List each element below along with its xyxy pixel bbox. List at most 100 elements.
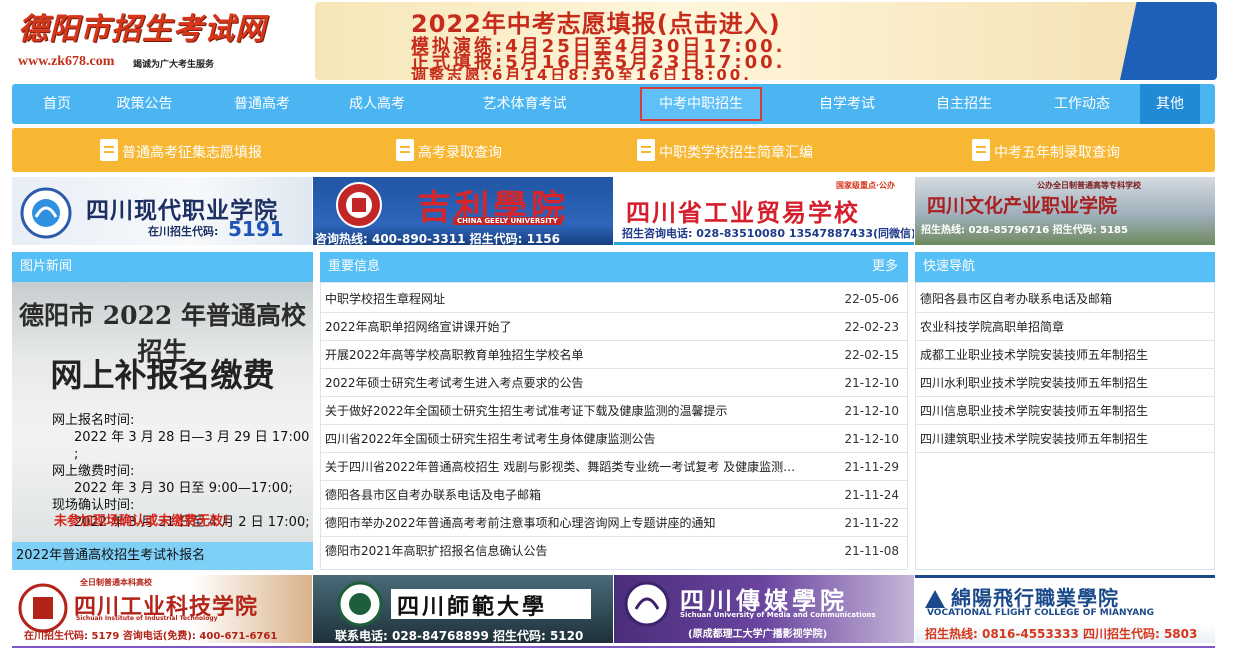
zhongkao-banner[interactable]: 2022年中考志愿填报(点击进入) 模拟演练:4月25日至4月30日17:00.… <box>315 2 1217 80</box>
list-item[interactable]: 2022年高职单招网络宣讲课开始了 22-02-23 <box>321 313 907 341</box>
quick-link-label: 普通高考征集志愿填报 <box>122 145 262 161</box>
list-item-title: 四川水利职业技术学院安装技师五年制招生 <box>920 376 1149 390</box>
list-item-date: 21-12-10 <box>844 404 899 418</box>
document-icon <box>396 139 414 161</box>
ad-contact: 联系电话: 028-84768899 招生代码: 5120 <box>335 629 584 643</box>
ad-english-name: Sichuan Institute of Industrial Technolo… <box>76 615 218 622</box>
college-emblem-icon <box>18 583 68 633</box>
ad-school-name: 四川省工业贸易学校 <box>626 198 860 227</box>
footer-divider <box>12 646 1215 648</box>
list-item[interactable]: 关于做好2022年全国硕士研究生招生考试准考证下载及健康监测的温馨提示 21-12… <box>321 397 907 425</box>
logo-slogan: 竭诚为广大考生服务 <box>133 60 215 70</box>
list-item-date: 21-11-08 <box>844 544 899 558</box>
quick-nav-header: 快速导航 <box>915 252 1215 282</box>
quick-link-label: 中职类学校招生简章汇编 <box>659 145 813 161</box>
nav-item-work-news[interactable]: 工作动态 <box>1042 84 1122 124</box>
list-item[interactable]: 四川建筑职业技术学院安装技师五年制招生 <box>916 425 1214 453</box>
photo-news-caption[interactable]: 2022年普通高校招生考试补报名 <box>12 542 313 570</box>
list-item[interactable]: 成都工业职业技术学院安装技师五年制招生 <box>916 341 1214 369</box>
ad-contact: 招生热线: 0816-4553333 四川招生代码: 5803 <box>925 627 1198 641</box>
quick-nav-list: 德阳各县市区自考办联系电话及邮箱 农业科技学院高职单招简章 成都工业职业技术学院… <box>915 282 1215 570</box>
nav-item-other[interactable]: 其他 <box>1140 84 1200 124</box>
site-header: 德阳市招生考试网 www.zk678.com 竭诚为广大考生服务 2022年中考… <box>0 0 1236 82</box>
list-item-title: 四川建筑职业技术学院安装技师五年制招生 <box>920 432 1149 446</box>
nav-item-zhongkao[interactable]: 中考中职招生 <box>640 87 762 121</box>
quick-link-gaokao-admission[interactable]: 高考录取查询 <box>396 128 502 172</box>
quick-link-supplementary-volunteer[interactable]: 普通高考征集志愿填报 <box>100 128 262 172</box>
ad-subtitle: (原成都理工大学广播影视学院) <box>688 629 828 640</box>
list-item-date: 21-11-22 <box>844 516 899 530</box>
list-item[interactable]: 四川省2022年全国硕士研究生招生考试考生身体健康监测公告 21-12-10 <box>321 425 907 453</box>
list-item[interactable]: 农业科技学院高职单招简章 <box>916 313 1214 341</box>
list-item-date: 21-11-29 <box>844 460 899 474</box>
ad-sichuan-industry-trade[interactable]: 国家级重点·公办 四川省工业贸易学校 招生咨询电话: 028-83510080 … <box>614 177 914 245</box>
nav-item-self-study[interactable]: 自学考试 <box>807 84 887 124</box>
list-item-date: 22-02-15 <box>844 348 899 362</box>
ad-school-name: 四川文化产业职业学院 <box>927 195 1118 217</box>
ad-geely-university[interactable]: 吉利學院 CHINA GEELY UNIVERSITY 咨询热线: 400-89… <box>313 177 613 245</box>
ad-english-name: VOCATIONAL FLIGHT COLLEGE OF MIANYANG <box>927 608 1155 618</box>
list-item-date: 21-11-24 <box>844 488 899 502</box>
list-item-title: 关于做好2022年全国硕士研究生招生考试准考证下载及健康监测的温馨提示 <box>325 404 728 418</box>
ad-sichuan-industrial-tech[interactable]: 全日制普通本科高校 四川工业科技学院 Sichuan Institute of … <box>12 575 312 643</box>
list-item-title: 德阳市举办2022年普通高考考前注意事项和心理咨询网上专题讲座的通知 <box>325 516 716 530</box>
quick-link-label: 中考五年制录取查询 <box>994 145 1120 161</box>
logo-title: 德阳市招生考试网 <box>18 12 266 47</box>
college-emblem-icon <box>336 182 382 228</box>
list-item[interactable]: 中职学校招生章程网址 22-05-06 <box>321 285 907 313</box>
document-icon <box>100 139 118 161</box>
list-item[interactable]: 四川水利职业技术学院安装技师五年制招生 <box>916 369 1214 397</box>
quick-link-label: 高考录取查询 <box>418 145 502 161</box>
ad-sichuan-cultural-industry[interactable]: 公办全日制普通高等专科学校 四川文化产业职业学院 招生热线: 028-85796… <box>915 177 1215 245</box>
list-item[interactable]: 德阳各县市区自考办联系电话及电子邮箱 21-11-24 <box>321 481 907 509</box>
list-item[interactable]: 2022年硕士研究生考试考生进入考点要求的公告 21-12-10 <box>321 369 907 397</box>
list-item[interactable]: 开展2022年高等学校高职教育单独招生学校名单 22-02-15 <box>321 341 907 369</box>
more-link[interactable]: 更多 <box>872 252 898 282</box>
list-item-title: 德阳市2021年高职扩招报名信息确认公告 <box>325 544 548 558</box>
list-item-title: 四川信息职业技术学院安装技师五年制招生 <box>920 404 1149 418</box>
ad-sichuan-modern-vocational[interactable]: 四川现代职业学院 在川招生代码: 5191 <box>12 177 312 245</box>
nav-item-arts-sports[interactable]: 艺术体育考试 <box>467 84 582 124</box>
list-item-title: 2022年硕士研究生考试考生进入考点要求的公告 <box>325 376 584 390</box>
nav-item-policy[interactable]: 政策公告 <box>107 84 182 124</box>
list-item[interactable]: 德阳市2021年高职扩招报名信息确认公告 21-11-08 <box>321 537 907 565</box>
list-item-title: 四川省2022年全国硕士研究生招生考试考生身体健康监测公告 <box>325 432 656 446</box>
college-emblem-icon <box>337 581 383 627</box>
list-item-date: 22-02-23 <box>844 320 899 334</box>
ad-contact: 咨询热线: 400-890-3311 招生代码: 1156 <box>315 232 560 245</box>
detail-label: 网上报名时间: <box>52 413 135 428</box>
list-item[interactable]: 关于四川省2022年普通高校招生 戏剧与影视类、舞蹈类专业统一考试复考 及健康监… <box>321 453 907 481</box>
detail-value: 2022 年 3 月 28 日—3 月 29 日 17:00 ; <box>74 430 310 462</box>
ad-school-name: 四川師範大學 <box>391 589 591 620</box>
list-item[interactable]: 德阳各县市区自考办联系电话及邮箱 <box>916 285 1214 313</box>
list-item[interactable]: 四川信息职业技术学院安装技师五年制招生 <box>916 397 1214 425</box>
list-item-title: 开展2022年高等学校高职教育单独招生学校名单 <box>325 348 584 362</box>
ad-mianyang-flight-college[interactable]: 綿陽飛行職業學院 VOCATIONAL FLIGHT COLLEGE OF MI… <box>915 575 1215 643</box>
list-item-date: 22-05-06 <box>844 292 899 306</box>
ad-code: 5191 <box>228 217 284 241</box>
ad-sichuan-normal-university[interactable]: 四川師範大學 联系电话: 028-84768899 招生代码: 5120 <box>313 575 613 643</box>
nav-item-gaokao[interactable]: 普通高考 <box>222 84 302 124</box>
ad-contact: 招生热线: 028-85796716 招生代码: 5185 <box>921 225 1128 236</box>
quick-link-vocational-brochure[interactable]: 中职类学校招生简章汇编 <box>637 128 813 172</box>
photo-news-header: 图片新闻 <box>12 252 313 282</box>
important-info-header: 重要信息 更多 <box>320 252 908 282</box>
ad-tag: 全日制普通本科高校 <box>80 578 152 587</box>
nav-item-home[interactable]: 首页 <box>22 84 92 124</box>
nav-item-independent[interactable]: 自主招生 <box>924 84 1004 124</box>
site-logo[interactable]: 德阳市招生考试网 www.zk678.com 竭诚为广大考生服务 <box>18 12 278 74</box>
list-item-title: 中职学校招生章程网址 <box>325 292 446 306</box>
list-item[interactable]: 德阳市举办2022年普通高考考前注意事项和心理咨询网上专题讲座的通知 21-11-… <box>321 509 907 537</box>
photo-news-image[interactable]: 德阳市 2022 年普通高校招生 网上补报名缴费 网上报名时间: 2022 年 … <box>12 282 313 542</box>
document-icon <box>972 139 990 161</box>
ad-sichuan-media-university[interactable]: 四川傳媒學院 Sichuan University of Media and C… <box>614 575 914 643</box>
photo-news-subheadline: 网上补报名缴费 <box>50 356 275 394</box>
nav-item-adult-exam[interactable]: 成人高考 <box>337 84 417 124</box>
quick-links-bar: 普通高考征集志愿填报 高考录取查询 中职类学校招生简章汇编 中考五年制录取查询 <box>12 128 1215 172</box>
college-emblem-icon <box>624 581 670 627</box>
quick-link-five-year-admission[interactable]: 中考五年制录取查询 <box>972 128 1120 172</box>
ad-tag: 国家级重点·公办 <box>836 181 896 190</box>
main-nav: 首页 政策公告 普通高考 成人高考 艺术体育考试 中考中职招生 自学考试 自主招… <box>12 84 1215 124</box>
ad-tag: 公办全日制普通高等专科学校 <box>1037 181 1141 190</box>
list-item-title: 德阳各县市区自考办联系电话及电子邮箱 <box>325 488 542 502</box>
